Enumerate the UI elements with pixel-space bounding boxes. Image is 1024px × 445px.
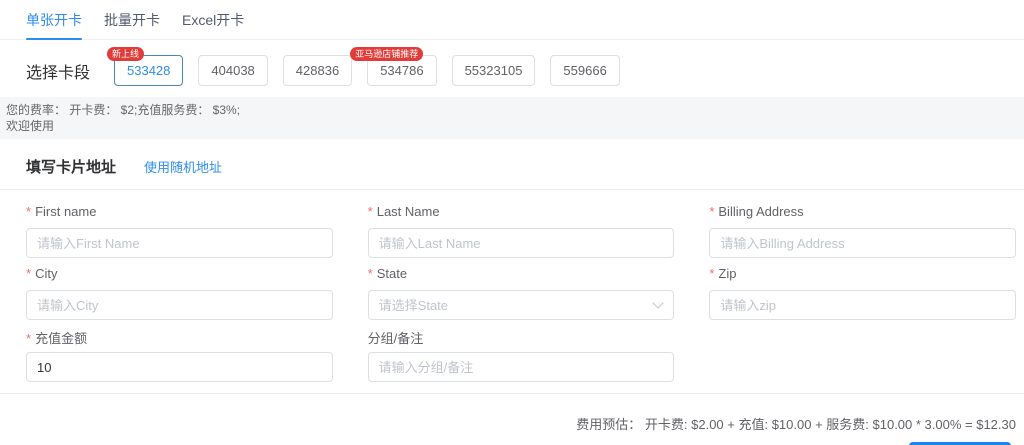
address-section-title: 填写卡片地址 — [26, 159, 117, 176]
tab-batch-card[interactable]: 批量开卡 — [104, 10, 160, 39]
last-name-input[interactable] — [367, 228, 675, 258]
group-remark-input[interactable] — [367, 352, 675, 382]
tab-excel-card[interactable]: Excel开卡 — [182, 10, 244, 39]
card-segment-value: 55323105 — [464, 63, 523, 78]
rate-notice: 您的费率： 开卡费： $2;充值服务费： $3%; 欢迎使用 — [0, 97, 1024, 139]
zip-label: * Zip — [709, 266, 737, 281]
last-name-label: * Last Name — [367, 204, 440, 219]
state-select[interactable] — [367, 290, 675, 320]
card-segment-option-404038[interactable]: 404038 — [198, 55, 268, 86]
card-segment-option-559666[interactable]: 559666 — [550, 55, 620, 86]
card-segment-option-533428[interactable]: 新上线 533428 — [107, 47, 184, 86]
card-segment-option-534786[interactable]: 亚马逊店铺推荐 534786 — [350, 47, 437, 86]
card-segment-section: 选择卡段 新上线 533428 404038 428836 亚马逊店铺推荐 53… — [0, 40, 1024, 97]
new-launch-badge: 新上线 — [107, 47, 145, 61]
required-mark: * — [709, 266, 715, 281]
field-last-name: * Last Name — [367, 204, 675, 258]
card-segment-value: 428836 — [295, 63, 340, 78]
tab-bar: 单张开卡 批量开卡 Excel开卡 — [0, 0, 1024, 40]
field-city: * City — [26, 266, 333, 320]
card-segment-value: 533428 — [127, 63, 171, 78]
card-segment-options: 新上线 533428 404038 428836 亚马逊店铺推荐 534786 … — [107, 47, 620, 86]
field-zip: * Zip — [709, 266, 1016, 320]
card-segment-option-428836[interactable]: 428836 — [282, 55, 353, 86]
field-recharge-amount: * 充值金额 — [26, 328, 333, 382]
required-mark: * — [367, 204, 373, 219]
card-segment-option-55323105[interactable]: 55323105 — [451, 55, 536, 86]
city-input[interactable] — [26, 290, 333, 320]
first-name-input[interactable] — [26, 228, 333, 258]
zip-input[interactable] — [709, 290, 1016, 320]
rate-notice-line2: 欢迎使用 — [6, 119, 55, 133]
tab-single-card[interactable]: 单张开卡 — [26, 10, 82, 40]
rate-notice-line1: 您的费率： 开卡费： $2;充值服务费： $3%; — [6, 103, 241, 117]
address-section-header: 填写卡片地址 使用随机地址 — [0, 139, 1024, 189]
required-mark: * — [709, 204, 715, 219]
field-first-name: * First name — [26, 204, 333, 258]
card-address-form: *First name *Last Name *Billing Address … — [0, 190, 1024, 382]
required-mark: * — [367, 266, 373, 281]
field-group-remark: 分组/备注 — [367, 328, 675, 382]
recharge-amount-label: * 充值金额 — [26, 331, 88, 346]
footer: 费用预估： 开卡费: $2.00 + 充值: $10.00 + 服务费: $10… — [0, 394, 1024, 445]
card-segment-label: 选择卡段 — [26, 64, 91, 82]
billing-address-label: * Billing Address — [709, 204, 804, 219]
first-name-label: * First name — [26, 204, 97, 219]
amazon-recommend-badge: 亚马逊店铺推荐 — [350, 47, 424, 61]
state-label: * State — [367, 266, 408, 281]
card-segment-value: 404038 — [211, 63, 255, 78]
group-remark-label: 分组/备注 — [367, 331, 424, 346]
city-label: * City — [26, 266, 58, 281]
empty-cell — [709, 328, 1016, 382]
recharge-amount-input[interactable] — [26, 352, 333, 382]
billing-address-input[interactable] — [709, 228, 1016, 258]
field-state: * State — [367, 266, 675, 320]
field-billing-address: * Billing Address — [709, 204, 1016, 258]
card-segment-value: 559666 — [563, 63, 607, 78]
required-mark: * — [26, 204, 32, 219]
fee-estimate-text: 费用预估： 开卡费: $2.00 + 充值: $10.00 + 服务费: $10… — [576, 417, 1016, 432]
required-mark: * — [26, 266, 32, 281]
card-segment-value: 534786 — [380, 63, 424, 78]
use-random-address-link[interactable]: 使用随机地址 — [144, 157, 222, 176]
required-mark: * — [26, 331, 32, 346]
